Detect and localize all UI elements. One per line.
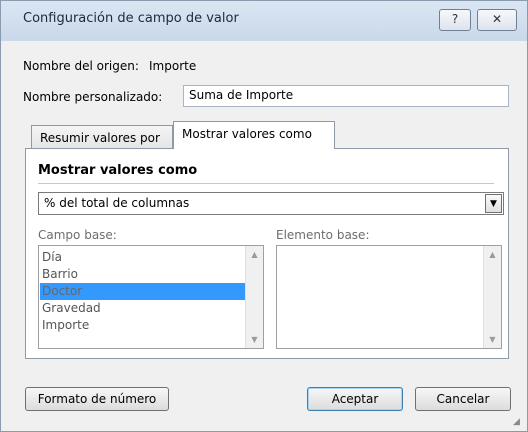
list-item[interactable]: Barrio (40, 266, 245, 283)
cancel-button[interactable]: Cancelar (415, 387, 511, 411)
chevron-down-icon: ▼ (490, 199, 497, 209)
section-title: Mostrar valores como (38, 163, 198, 178)
list-item-selected[interactable]: Doctor (40, 283, 245, 300)
show-values-dropdown[interactable]: % del total de columnas ▼ (38, 192, 504, 215)
close-button[interactable]: ✕ (477, 9, 517, 31)
scroll-up-icon[interactable]: ▲ (246, 246, 263, 263)
tab-label: Mostrar valores como (182, 127, 312, 141)
value-field-settings-dialog: Configuración de campo de valor ? ✕ Nomb… (0, 0, 528, 432)
dialog-title: Configuración de campo de valor (23, 11, 239, 26)
base-item-listbox[interactable]: ▲ ▼ (276, 245, 502, 349)
dropdown-arrow-button[interactable]: ▼ (485, 194, 502, 213)
custom-name-value: Suma de Importe (189, 88, 294, 102)
list-item[interactable]: Importe (40, 317, 245, 334)
section-divider (38, 183, 494, 184)
base-field-label: Campo base: (38, 228, 117, 242)
tab-label: Resumir valores por (40, 131, 160, 145)
base-item-label: Elemento base: (276, 228, 370, 242)
base-item-scrollbar[interactable]: ▲ ▼ (483, 246, 501, 348)
source-name-value: Importe (149, 59, 197, 73)
tab-panel-show-values: Mostrar valores como % del total de colu… (25, 148, 509, 359)
list-item[interactable]: Gravedad (40, 300, 245, 317)
resize-grip-icon[interactable]: ◢ (513, 417, 523, 427)
title-bar[interactable]: Configuración de campo de valor ? ✕ (1, 1, 527, 41)
custom-name-input[interactable]: Suma de Importe (183, 85, 509, 107)
close-icon: ✕ (491, 12, 503, 26)
source-name-label: Nombre del origen: (23, 59, 139, 73)
help-icon: ? (451, 12, 459, 26)
number-format-button[interactable]: Formato de número (25, 387, 169, 411)
help-button[interactable]: ? (439, 9, 471, 31)
custom-name-label: Nombre personalizado: (23, 90, 163, 104)
scroll-down-icon[interactable]: ▼ (484, 331, 501, 348)
base-field-listbox[interactable]: Día Barrio Doctor Gravedad Importe ▲ ▼ (38, 245, 264, 349)
scroll-up-icon[interactable]: ▲ (484, 246, 501, 263)
tab-show-values-as[interactable]: Mostrar valores como (173, 121, 335, 149)
scroll-down-icon[interactable]: ▼ (246, 331, 263, 348)
tab-summarize-values[interactable]: Resumir valores por (31, 125, 173, 149)
list-item[interactable]: Día (40, 249, 245, 266)
base-field-scrollbar[interactable]: ▲ ▼ (245, 246, 263, 348)
dropdown-selected-value: % del total de columnas (44, 196, 190, 210)
ok-button[interactable]: Aceptar (307, 387, 403, 411)
